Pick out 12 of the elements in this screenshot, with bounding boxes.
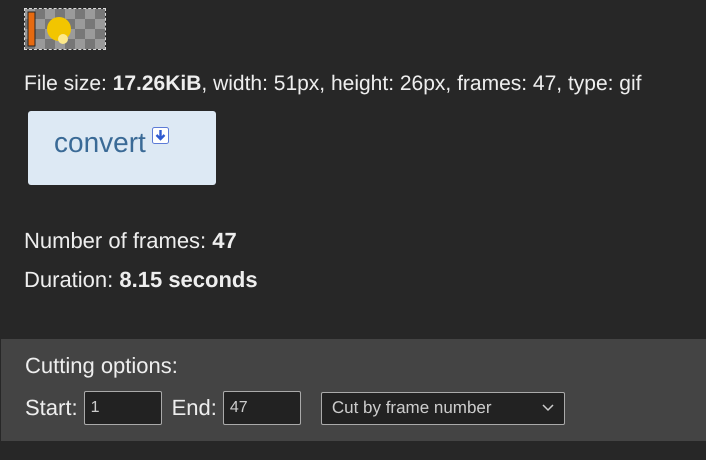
convert-button[interactable]: convert [28, 111, 216, 185]
end-label: End: [172, 395, 217, 421]
mode-dropdown[interactable]: Cut by frame number [320, 392, 565, 424]
start-field[interactable]: 1 [84, 391, 162, 425]
stat-text: Number of frames: 47 [24, 227, 238, 255]
chevron-icon [542, 404, 554, 412]
download-icon [152, 127, 169, 144]
stat-text: Duration: 8.15 seconds [24, 266, 259, 294]
file-info: File size: 17.26KiB, width: 51px, height: 26px, frames: 47, type: gif convert [24, 56, 696, 185]
end-field[interactable]: 47 [222, 391, 301, 425]
start-label: Start: [25, 395, 78, 421]
panel-title: Cutting options: [25, 353, 179, 379]
